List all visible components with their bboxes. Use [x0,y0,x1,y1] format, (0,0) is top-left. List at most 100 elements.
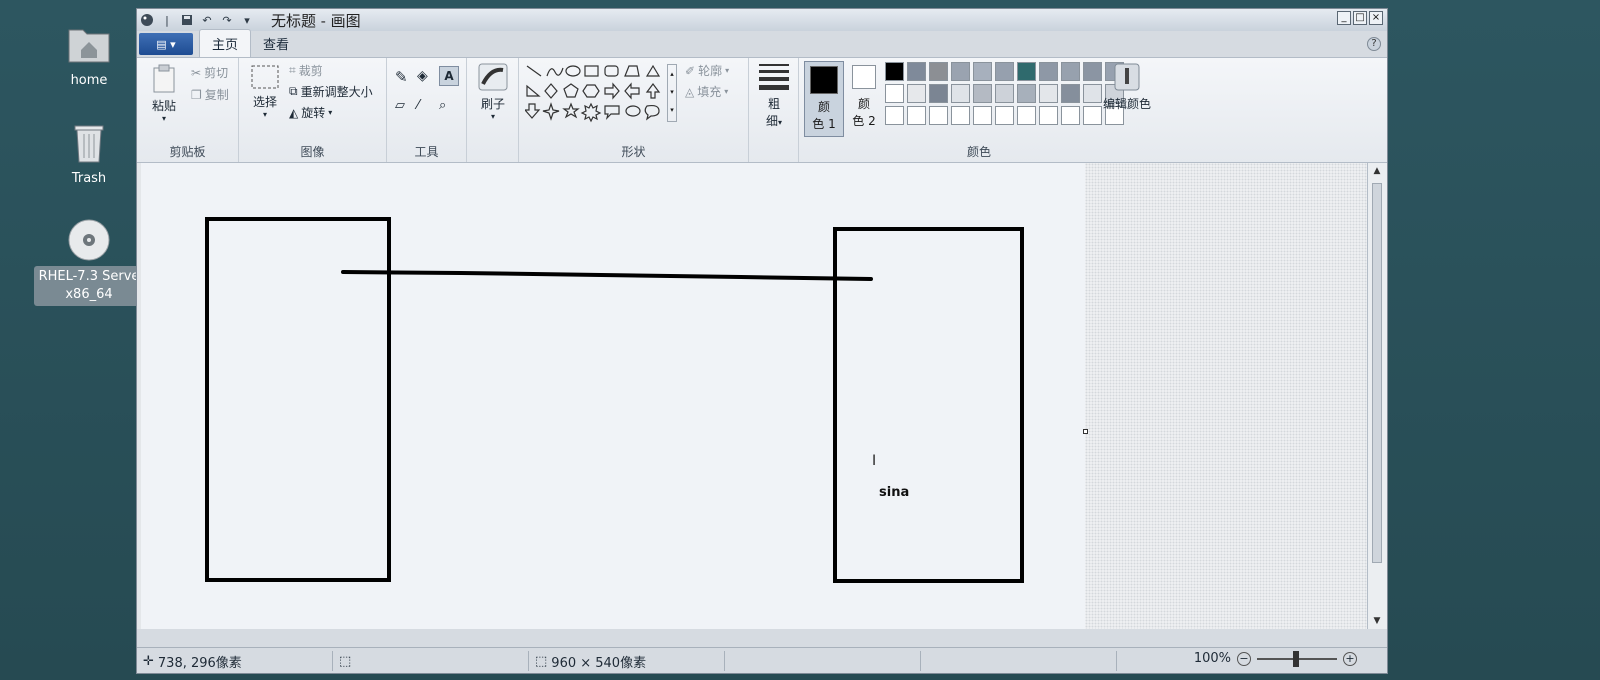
brushes-button[interactable]: 刷子 ▾ [473,62,513,121]
copy-button[interactable]: ❐ 复制 [191,86,229,103]
close-button[interactable]: × [1369,11,1383,25]
zoom-slider[interactable] [1257,650,1337,667]
palette-swatch[interactable] [1017,62,1036,81]
text-cursor-icon: I [872,453,877,469]
fill-icon: ◬ [685,84,695,99]
zoom-out-button[interactable]: − [1237,651,1251,666]
zoom-in-button[interactable]: + [1343,651,1357,666]
undo-icon[interactable]: ↶ [199,12,215,28]
zoom-level: 100% [1193,651,1231,666]
pencil-icon[interactable]: ✎ [395,68,408,86]
tab-home[interactable]: 主页 [199,29,252,57]
outline-icon: ✐ [685,63,696,78]
palette-swatch[interactable] [929,106,948,125]
desktop-icon-home[interactable]: home [34,22,144,92]
color1-button[interactable]: 颜 色 1 [804,61,844,137]
zoom-slider-knob[interactable] [1293,650,1299,667]
save-icon[interactable] [179,12,195,28]
drawing-canvas[interactable]: I sina [141,163,1085,629]
paste-dropdown-icon[interactable]: ▾ [147,114,181,123]
window-controls: _ □ × [1337,11,1383,25]
palette-swatch[interactable] [951,106,970,125]
palette-swatch[interactable] [951,84,970,103]
selection-icon: ⬚ [339,653,352,669]
fill-button[interactable]: ◬ 填充 ▾ [685,83,728,100]
palette-swatch[interactable] [885,106,904,125]
canvas-resize-handle[interactable] [1083,429,1088,434]
paste-button[interactable]: 粘贴 ▾ [147,64,181,123]
palette-swatch[interactable] [929,84,948,103]
resize-icon: ⧉ [289,84,298,98]
color-palette [885,62,1124,128]
desktop-icon-disc[interactable]: RHEL-7.3 Serve x86_64 [34,218,144,306]
disc-icon [68,219,110,261]
cut-button[interactable]: ✂ 剪切 [191,64,228,81]
palette-swatch[interactable] [907,106,926,125]
rotate-button[interactable]: ◭ 旋转 ▾ [289,104,332,121]
palette-swatch[interactable] [973,62,992,81]
outline-button[interactable]: ✐ 轮廓 ▾ [685,62,729,79]
paint-app-icon[interactable] [139,12,155,28]
vertical-scrollbar[interactable]: ▲ ▼ [1367,163,1387,629]
palette-swatch[interactable] [973,84,992,103]
shapes-gallery[interactable] [525,64,667,124]
colors-group: 颜 色 1 颜 色 2 编辑颜色 颜色 [799,58,1159,162]
palette-swatch[interactable] [995,84,1014,103]
zoom-control: 100% − + [1193,650,1357,667]
rotate-dropdown-icon: ▾ [328,108,333,117]
select-dropdown-icon[interactable]: ▾ [247,110,283,119]
palette-swatch[interactable] [1039,62,1058,81]
minimize-button[interactable]: _ [1337,11,1351,25]
palette-swatch[interactable] [1061,106,1080,125]
palette-swatch[interactable] [929,62,948,81]
palette-swatch[interactable] [1017,106,1036,125]
redo-icon[interactable]: ↷ [219,12,235,28]
palette-swatch[interactable] [885,84,904,103]
tab-view[interactable]: 查看 [251,30,301,57]
palette-swatch[interactable] [1061,62,1080,81]
size-label-line1: 粗 [767,97,780,111]
crop-button[interactable]: ⌗ 裁剪 [289,62,323,79]
ribbon: 粘贴 ▾ ✂ 剪切 ❐ 复制 剪贴板 选择 ▾ ⌗ 裁剪 ⧉ 重新调整大小 ◭ … [137,57,1387,163]
brushes-dropdown-icon[interactable]: ▾ [473,112,513,121]
shapes-group: ▴ ▾ ▾ ✐ 轮廓 ▾ ◬ 填充 ▾ 形状 [519,58,749,162]
shapes-scroll[interactable]: ▴ ▾ ▾ [667,64,677,122]
palette-swatch[interactable] [951,62,970,81]
line-size-icon [759,64,789,90]
copy-icon: ❐ [191,87,202,102]
resize-button[interactable]: ⧉ 重新调整大小 [289,83,373,100]
color2-button[interactable]: 颜 色 2 [849,61,879,129]
separator: | [165,13,169,27]
size-button[interactable]: 粗 细▾ [755,62,793,129]
colors-group-label: 颜色 [966,145,991,159]
canvas-background [1085,163,1367,629]
palette-swatch[interactable] [973,106,992,125]
canvas-drawing [205,217,1024,583]
palette-swatch[interactable] [1039,106,1058,125]
magnifier-icon[interactable]: ⌕ [439,98,446,113]
scroll-thumb[interactable] [1372,183,1382,563]
palette-swatch[interactable] [907,84,926,103]
palette-swatch[interactable] [1061,84,1080,103]
palette-swatch[interactable] [885,62,904,81]
fill-bucket-icon[interactable]: ◈ [417,68,428,84]
palette-swatch[interactable] [1017,84,1036,103]
help-icon[interactable]: ? [1367,37,1381,51]
palette-swatch[interactable] [995,106,1014,125]
desktop-icon-trash[interactable]: Trash [34,120,144,190]
text-tool-icon[interactable]: A [439,66,459,86]
maximize-button[interactable]: □ [1353,11,1367,25]
select-button[interactable]: 选择 ▾ [247,64,283,119]
palette-swatch[interactable] [1039,84,1058,103]
app-menu-button[interactable]: ▤ ▾ [139,33,193,55]
edit-colors-button[interactable]: 编辑颜色 [1099,62,1155,112]
scissors-icon: ✂ [191,65,202,80]
palette-swatch[interactable] [995,62,1014,81]
eraser-icon[interactable]: ▱ [395,98,405,113]
scroll-up-icon[interactable]: ▲ [1368,163,1386,179]
color-picker-icon[interactable]: ⁄ [417,98,419,113]
customize-qat-icon[interactable]: ▾ [239,12,255,28]
palette-swatch[interactable] [907,62,926,81]
scroll-down-icon[interactable]: ▼ [1368,613,1386,629]
canvas-workarea: I sina ▲ ▼ [137,163,1387,629]
